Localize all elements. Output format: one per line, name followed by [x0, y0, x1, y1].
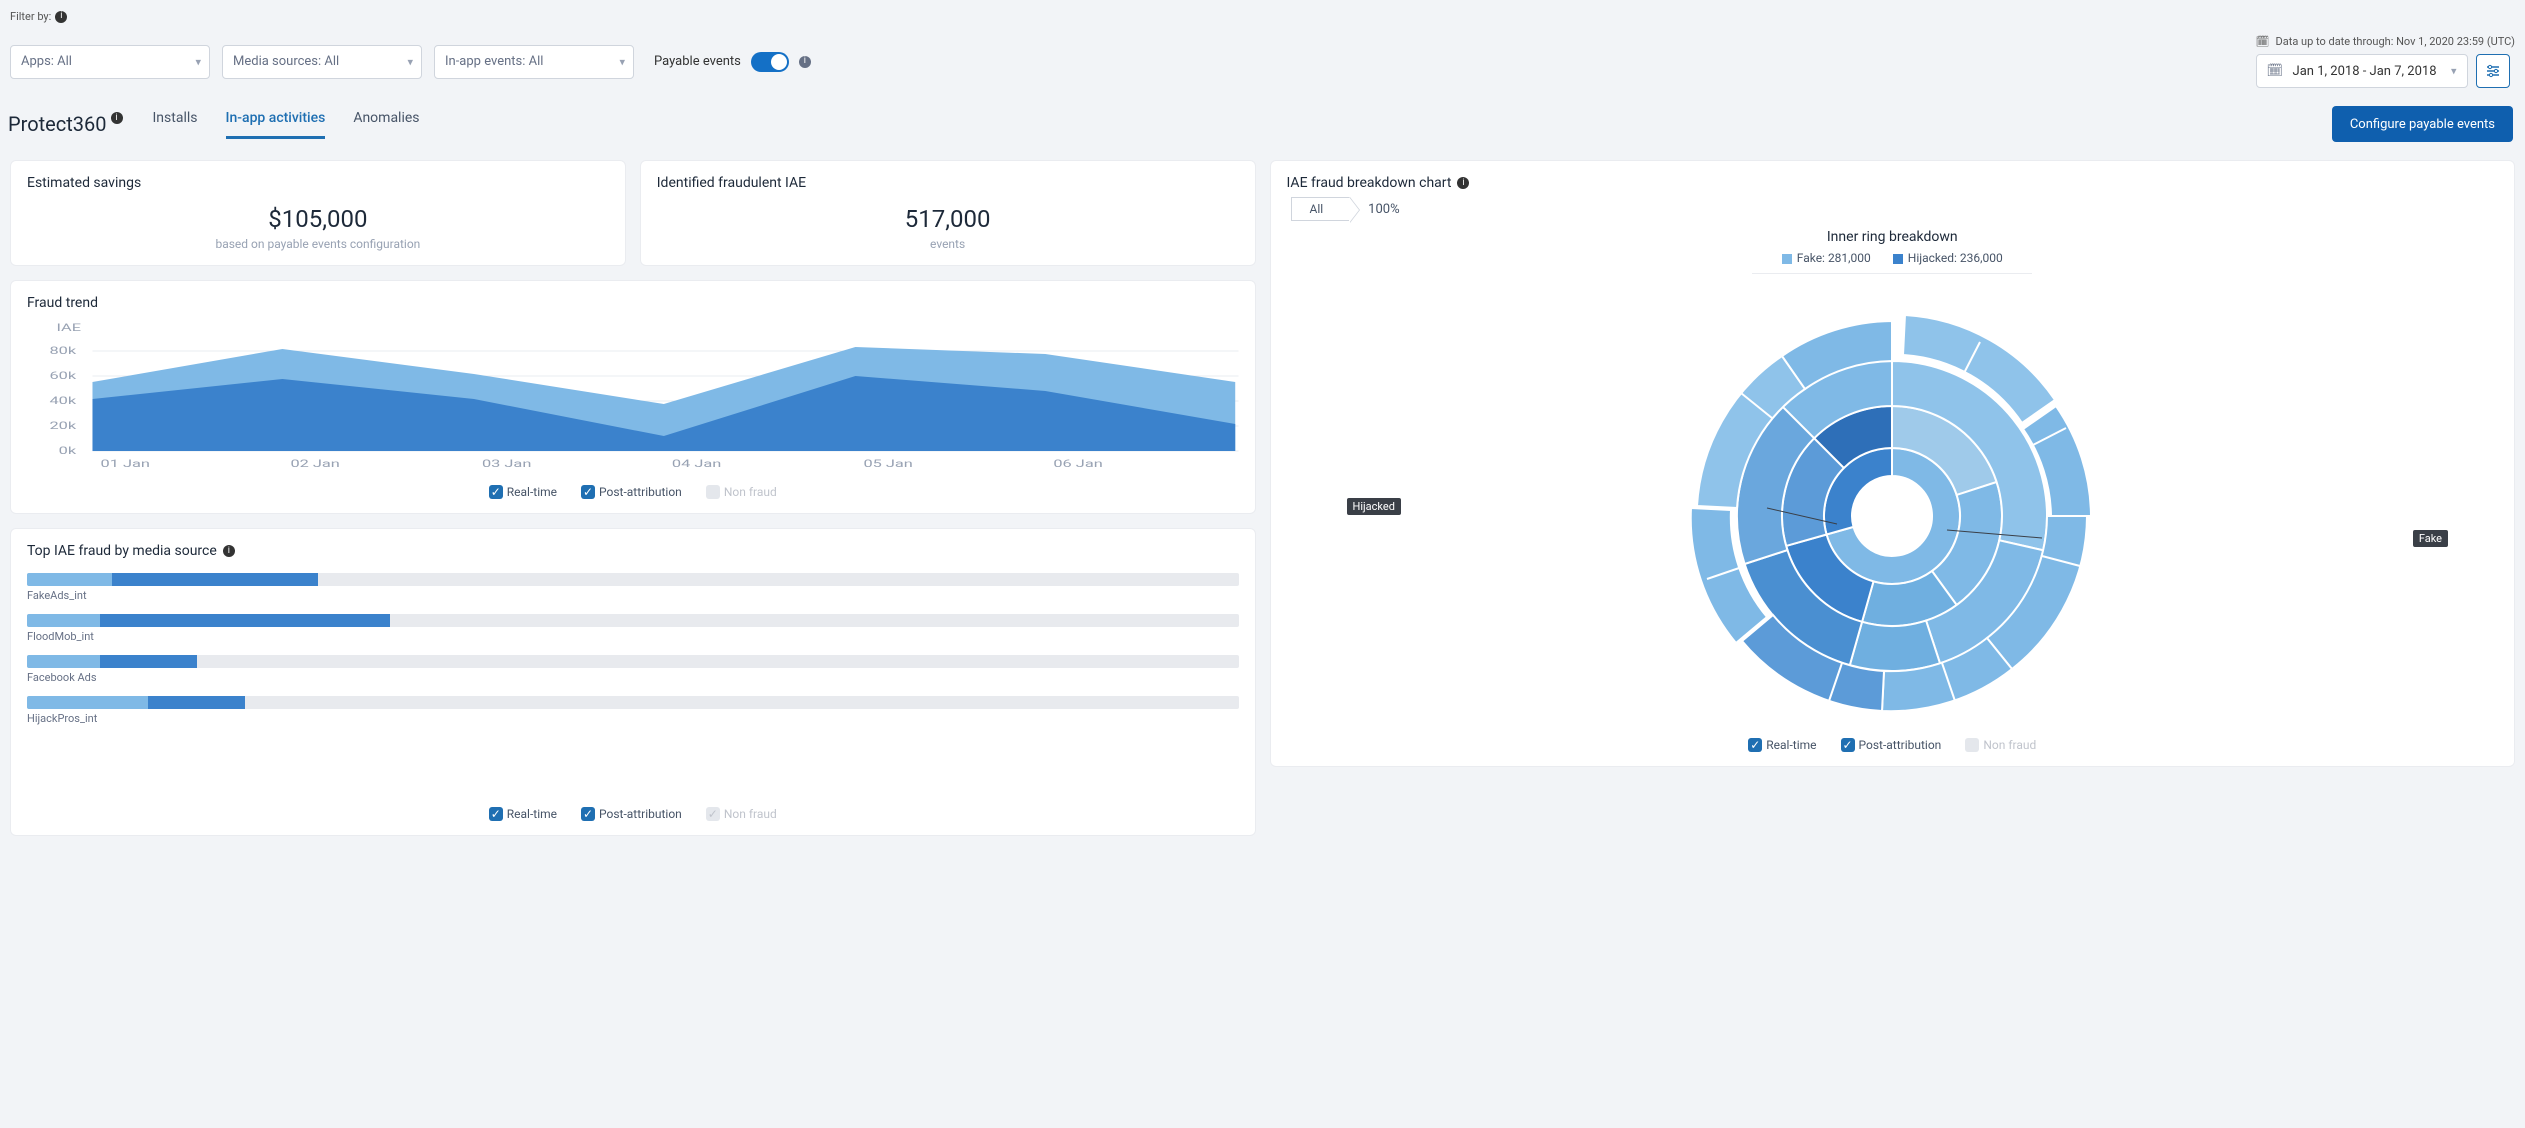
- identified-sub: events: [657, 237, 1239, 251]
- payable-events-group: Payable events i: [654, 52, 811, 72]
- legend-post-attribution[interactable]: ✓Post-attribution: [1841, 738, 1942, 752]
- svg-text:03 Jan: 03 Jan: [482, 458, 531, 470]
- legend-non-fraud: Non fraud: [1965, 738, 2036, 752]
- media-row: Facebook Ads: [27, 655, 1239, 684]
- media-sources-select[interactable]: Media sources: All▾: [222, 45, 422, 79]
- tab-in-app-activities[interactable]: In-app activities: [226, 110, 326, 139]
- svg-text:60k: 60k: [49, 370, 76, 382]
- chevron-down-icon: ▾: [2451, 65, 2457, 78]
- svg-text:06 Jan: 06 Jan: [1053, 458, 1102, 470]
- inapp-events-select[interactable]: In-app events: All▾: [434, 45, 634, 79]
- legend-real-time[interactable]: ✓Real-time: [1748, 738, 1816, 752]
- filter-bar: Filter by: i Apps: All▾ Media sources: A…: [0, 0, 2525, 88]
- apps-select[interactable]: Apps: All▾: [10, 45, 210, 79]
- info-icon[interactable]: i: [55, 11, 67, 23]
- tab-installs[interactable]: Installs: [153, 110, 198, 139]
- sunburst-chart[interactable]: Hijacked Fake: [1287, 286, 2499, 726]
- chevron-down-icon: ▾: [619, 55, 625, 68]
- svg-text:IAE: IAE: [56, 322, 81, 334]
- main-grid: Estimated savings $105,000 based on paya…: [0, 150, 2525, 846]
- chevron-down-icon: ▾: [407, 55, 413, 68]
- legend-post-attribution[interactable]: ✓Post-attribution: [581, 807, 682, 821]
- legend-post-attribution[interactable]: ✓Post-attribution: [581, 485, 682, 499]
- legend-real-time[interactable]: ✓Real-time: [489, 807, 557, 821]
- crumb-pct: 100%: [1368, 202, 1399, 217]
- sunburst-bottom-legend: ✓Real-time ✓Post-attribution Non fraud: [1287, 726, 2499, 752]
- savings-value: $105,000: [27, 205, 609, 233]
- media-label: Facebook Ads: [27, 671, 1239, 684]
- svg-text:20k: 20k: [49, 420, 76, 432]
- card-title: Top IAE fraud by media source i: [27, 543, 1239, 559]
- media-label: HijackPros_int: [27, 712, 1239, 725]
- media-legend: ✓Real-time ✓Post-attribution ✓Non fraud: [27, 807, 1239, 821]
- sunburst-tag-fake: Fake: [2413, 530, 2448, 547]
- info-icon[interactable]: i: [799, 56, 811, 68]
- svg-text:0k: 0k: [59, 445, 77, 457]
- iae-fraud-breakdown-card: IAE fraud breakdown chart i All 100% Inn…: [1270, 160, 2516, 767]
- estimated-savings-card: Estimated savings $105,000 based on paya…: [10, 160, 626, 266]
- calendar-icon: 🗓: [2256, 35, 2270, 48]
- svg-text:01 Jan: 01 Jan: [101, 458, 150, 470]
- card-title: Identified fraudulent IAE: [657, 175, 1239, 191]
- media-label: FakeAds_int: [27, 589, 1239, 602]
- identified-iae-card: Identified fraudulent IAE 517,000 events: [640, 160, 1256, 266]
- legend-hijacked: Hijacked: 236,000: [1893, 251, 2003, 265]
- fraud-trend-chart: IAE 0k 20k 40k 60k 80k: [27, 321, 1239, 471]
- media-label: FloodMob_int: [27, 630, 1239, 643]
- payable-events-toggle[interactable]: [751, 52, 789, 72]
- card-title: IAE fraud breakdown chart i: [1287, 175, 2499, 191]
- data-status-group: 🗓 Data up to date through: Nov 1, 2020 2…: [2256, 35, 2515, 88]
- card-title: Estimated savings: [27, 175, 609, 191]
- filter-by-label: Filter by: i: [10, 10, 2515, 23]
- media-row: HijackPros_int: [27, 696, 1239, 725]
- data-status-text: Data up to date through: Nov 1, 2020 23:…: [2276, 35, 2515, 48]
- sunburst-subtitle: Inner ring breakdown: [1287, 229, 2499, 245]
- legend-non-fraud: Non fraud: [706, 485, 777, 499]
- date-range-picker[interactable]: 🗓 Jan 1, 2018 - Jan 7, 2018 ▾: [2256, 54, 2468, 88]
- card-title: Fraud trend: [27, 295, 1239, 311]
- page-header: Protect360 i Installs In-app activities …: [0, 88, 2525, 150]
- sunburst-legend: Fake: 281,000 Hijacked: 236,000: [1752, 251, 2032, 274]
- trend-legend: ✓Real-time ✓Post-attribution Non fraud: [27, 485, 1239, 499]
- legend-non-fraud: ✓Non fraud: [706, 807, 777, 821]
- calendar-icon: 🗓: [2267, 64, 2284, 79]
- sliders-icon: [2485, 63, 2501, 79]
- svg-text:02 Jan: 02 Jan: [290, 458, 339, 470]
- legend-fake: Fake: 281,000: [1782, 251, 1871, 265]
- media-row: FakeAds_int: [27, 573, 1239, 602]
- page-title: Protect360 i: [8, 112, 123, 136]
- info-icon[interactable]: i: [223, 545, 235, 557]
- settings-button[interactable]: [2476, 54, 2510, 88]
- top-iae-media-source-card: Top IAE fraud by media source i FakeAds_…: [10, 528, 1256, 836]
- fraud-trend-card: Fraud trend IAE 0k 20k 40k 60k: [10, 280, 1256, 514]
- info-icon[interactable]: i: [111, 112, 123, 124]
- svg-text:40k: 40k: [49, 395, 76, 407]
- payable-events-label: Payable events: [654, 54, 741, 69]
- date-range-value: Jan 1, 2018 - Jan 7, 2018: [2293, 64, 2437, 79]
- svg-text:05 Jan: 05 Jan: [863, 458, 912, 470]
- sunburst-tag-hijacked: Hijacked: [1347, 498, 1401, 515]
- legend-real-time[interactable]: ✓Real-time: [489, 485, 557, 499]
- configure-payable-events-button[interactable]: Configure payable events: [2332, 106, 2513, 142]
- chevron-down-icon: ▾: [195, 55, 201, 68]
- svg-text:04 Jan: 04 Jan: [672, 458, 721, 470]
- tab-anomalies[interactable]: Anomalies: [353, 110, 419, 139]
- media-row: FloodMob_int: [27, 614, 1239, 643]
- info-icon[interactable]: i: [1457, 177, 1469, 189]
- sunburst-breadcrumb: All 100%: [1291, 197, 2499, 221]
- identified-value: 517,000: [657, 205, 1239, 233]
- savings-sub: based on payable events configuration: [27, 237, 609, 251]
- crumb-all[interactable]: All: [1291, 197, 1351, 221]
- svg-text:80k: 80k: [49, 345, 76, 357]
- tabs: Installs In-app activities Anomalies: [153, 110, 420, 139]
